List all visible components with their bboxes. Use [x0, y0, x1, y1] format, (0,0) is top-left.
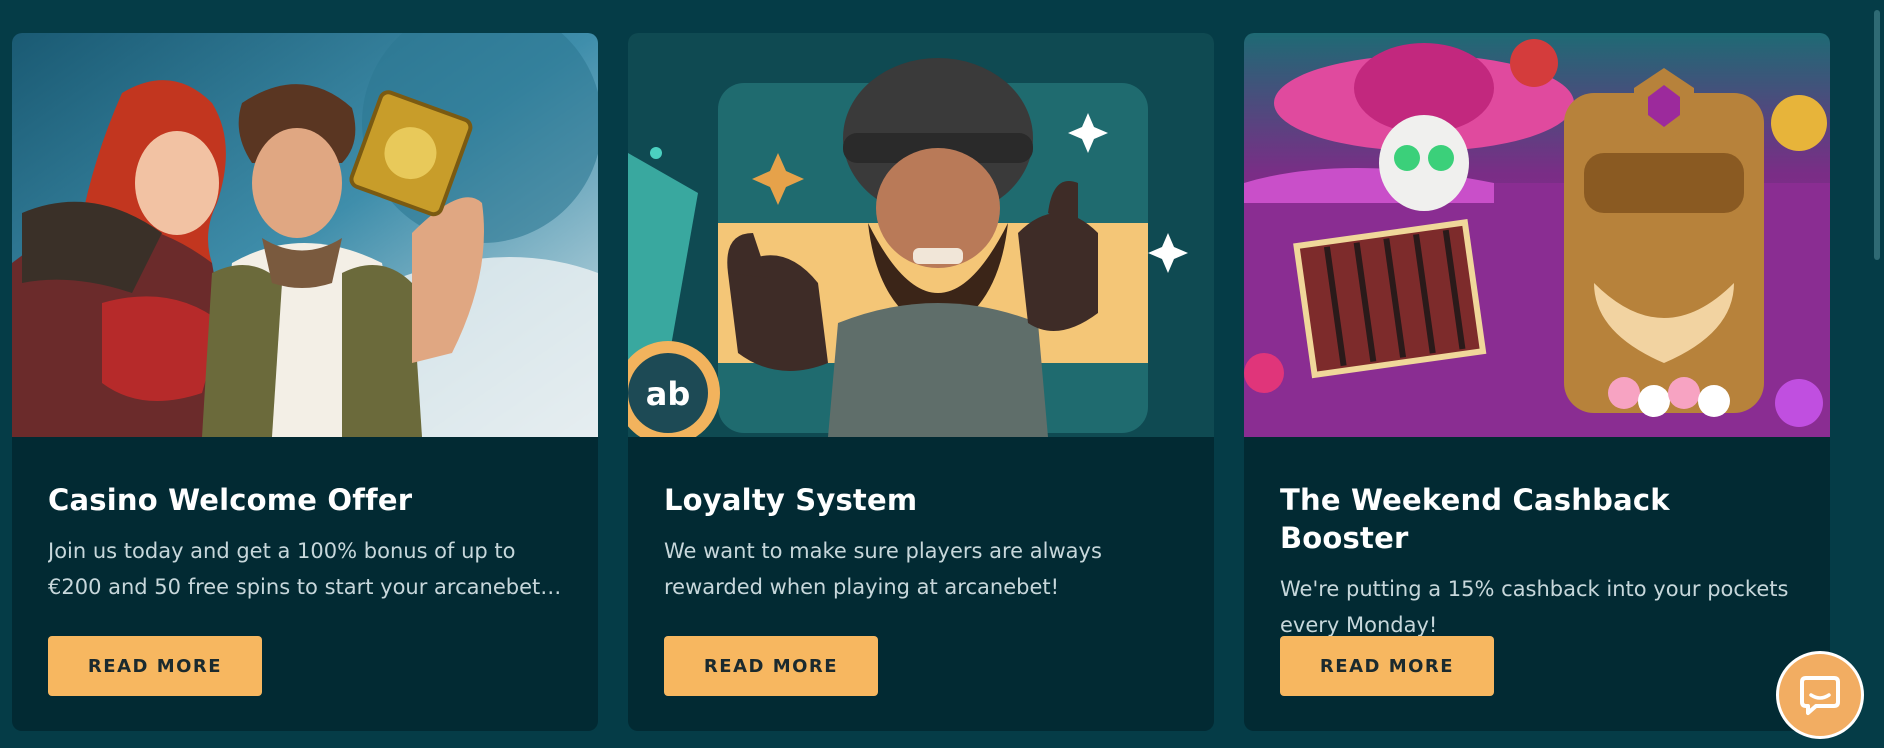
card-title: Casino Welcome Offer — [48, 483, 413, 517]
card-description: We want to make sure players are always … — [664, 539, 1102, 599]
chat-button[interactable] — [1776, 651, 1864, 739]
card-description: We're putting a 15% cashback into your p… — [1280, 577, 1789, 637]
read-more-button[interactable]: READ MORE — [48, 636, 262, 696]
card-description: Join us today and get a 100% bonus of up… — [48, 539, 541, 599]
read-more-button[interactable]: READ MORE — [1280, 636, 1494, 696]
promo-card-weekend-cashback: The Weekend Cashback Booster We're putti… — [1244, 33, 1830, 731]
weekend-cashback-image[interactable] — [1244, 33, 1830, 437]
ab-badge: ab — [646, 375, 691, 413]
read-more-button[interactable]: READ MORE — [664, 636, 878, 696]
card-title: Loyalty System — [664, 483, 918, 517]
promo-card-loyalty-system: ab Loyalty System We want to make sure p… — [628, 33, 1214, 731]
card-title: The Weekend Cashback Booster — [1280, 483, 1670, 555]
loyalty-system-image[interactable]: ab — [628, 33, 1214, 437]
page-scrollbar[interactable] — [1874, 10, 1880, 260]
promo-card-welcome-offer: Casino Welcome Offer Join us today and g… — [12, 33, 598, 731]
promotions-grid: Casino Welcome Offer Join us today and g… — [12, 33, 1830, 731]
welcome-offer-image[interactable] — [12, 33, 598, 437]
chat-bubble-icon — [1800, 676, 1840, 715]
